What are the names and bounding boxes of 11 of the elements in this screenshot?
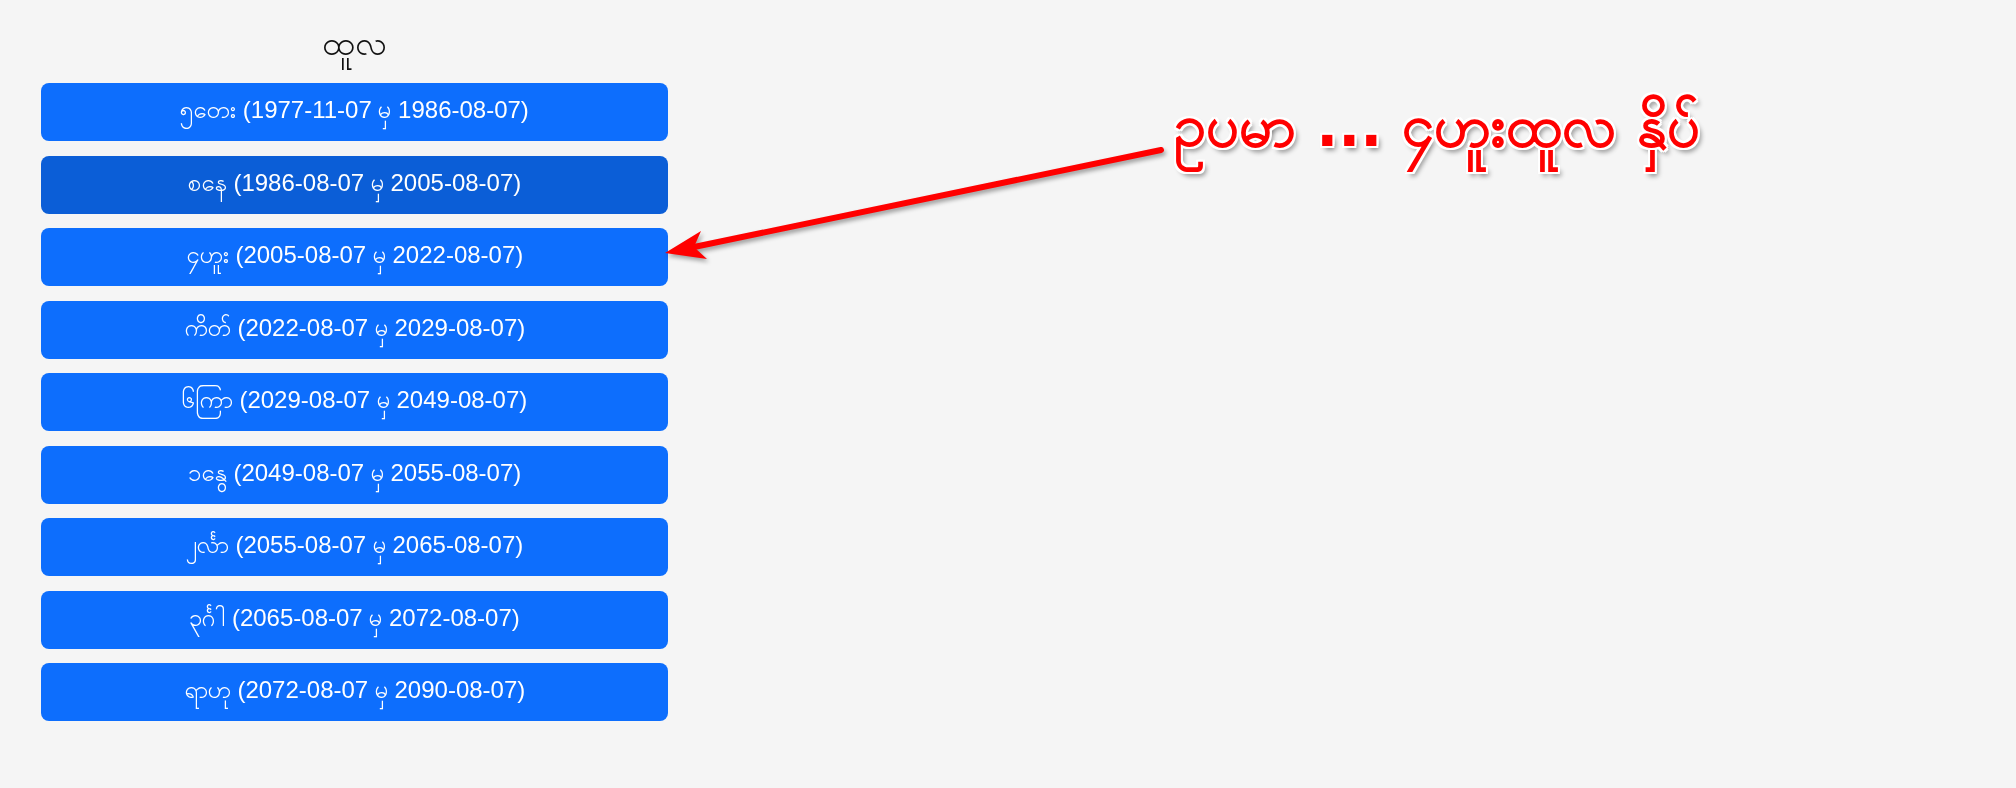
period-button[interactable]: ရာဟု (2072-08-07 မှ 2090-08-07) bbox=[41, 663, 668, 721]
period-button[interactable]: ၂င်္လာ (2055-08-07 မှ 2065-08-07) bbox=[41, 518, 668, 576]
panel-title: ထူလ bbox=[318, 12, 391, 74]
period-button[interactable]: ၁နွေ (2049-08-07 မှ 2055-08-07) bbox=[41, 445, 668, 504]
period-button[interactable]: ကိတ် (2022-08-07 မှ 2029-08-07) bbox=[41, 300, 668, 359]
callout-text: ဥပမာ ... ၄ဟူးထူလ နှိပ် bbox=[1166, 78, 1714, 182]
period-button[interactable]: ၄ဟူး (2005-08-07 မှ 2022-08-07) bbox=[41, 228, 668, 286]
period-button[interactable]: ၃င်္ဂါ (2065-08-07 မှ 2072-08-07) bbox=[41, 590, 668, 649]
period-button[interactable]: ၆ကြာ (2029-08-07 မှ 2049-08-07) bbox=[41, 373, 668, 431]
period-button[interactable]: စနေ (1986-08-07 မှ 2005-08-07) bbox=[41, 155, 668, 214]
period-button[interactable]: ၅တေး (1977-11-07 မှ 1986-08-07) bbox=[41, 83, 668, 141]
